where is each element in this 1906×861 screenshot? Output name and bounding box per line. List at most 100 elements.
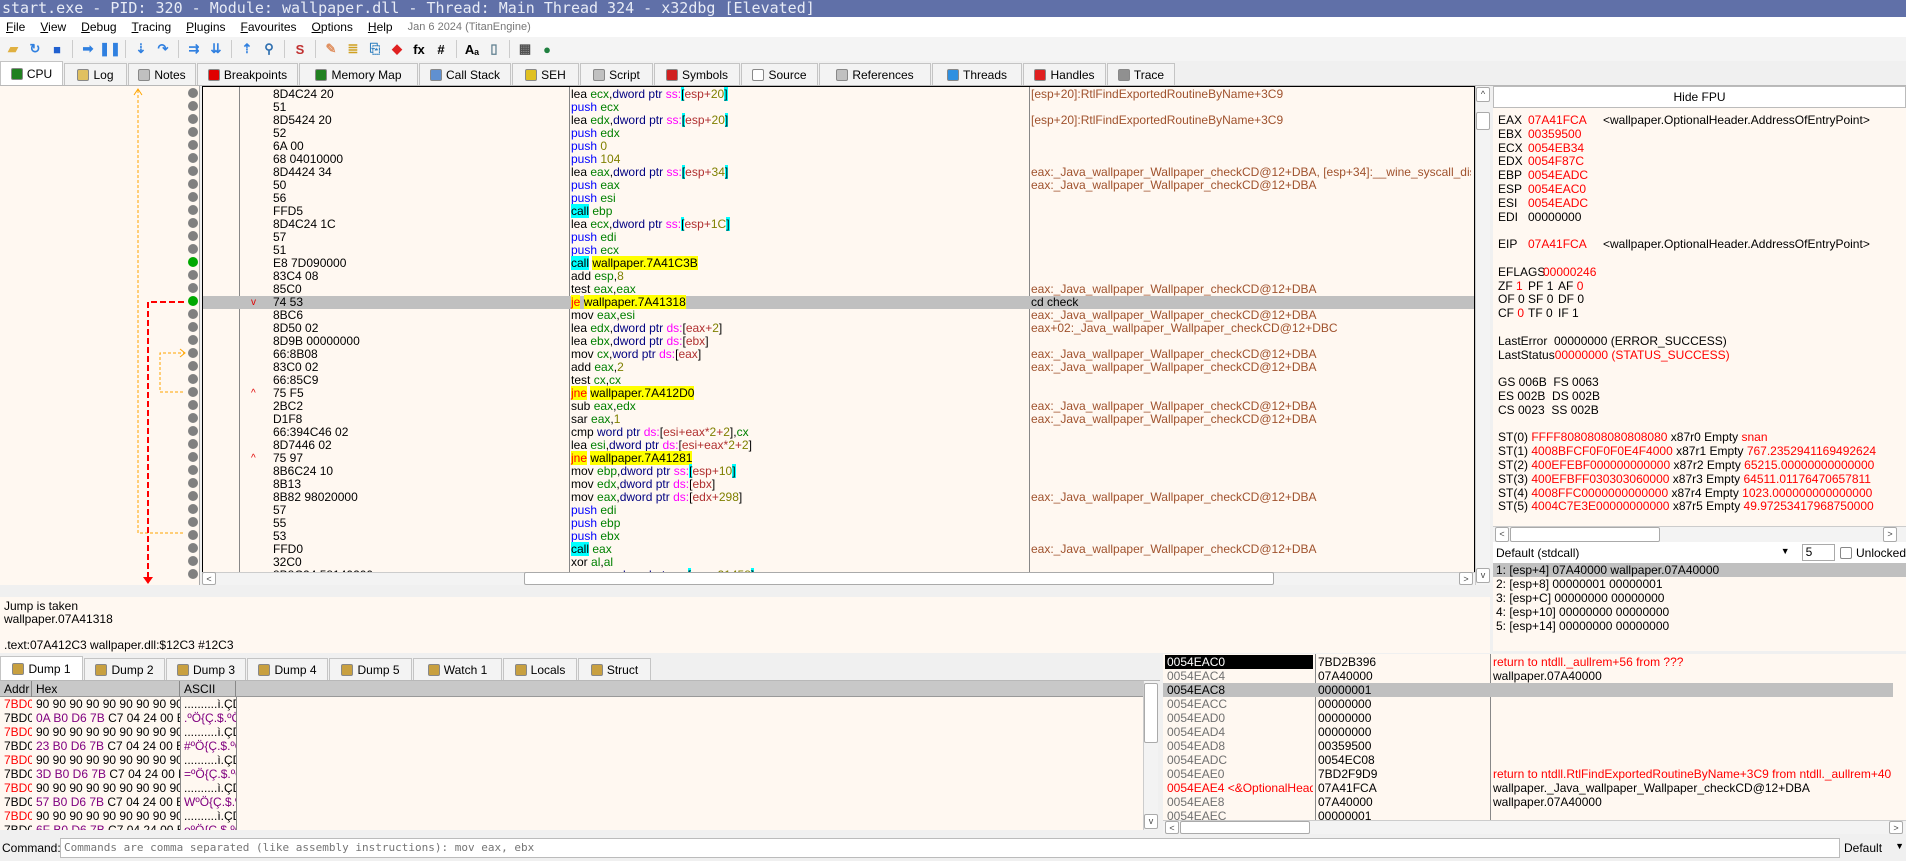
fpu-raw[interactable]: FFFF8080808080808080 [1531, 430, 1667, 444]
tab-cpu[interactable]: CPU [0, 61, 63, 85]
fpu-raw[interactable]: 4004C7E3E00000000000 [1531, 499, 1669, 513]
dump-row[interactable]: 7BD0 90 90 90 90 90 90 90 90 90 83.......… [0, 753, 1143, 767]
dump-row[interactable]: 7BD0 23 B0 D6 7B C7 04 24 00 B0 D6 #ºÖ{Ç.$… [0, 739, 1143, 753]
scroll-thumb[interactable] [1476, 112, 1490, 130]
disasm-row[interactable]: 68 04010000 push 104 [203, 153, 1474, 166]
stack-row[interactable]: 0054EAD0 00000000 [1163, 711, 1893, 725]
execute-till-return-button[interactable]: ⇡ [238, 40, 256, 58]
breakpoint-toggle[interactable] [188, 439, 198, 449]
disasm-row[interactable]: 2BC2 sub eax,edx eax:_Java_wallpaper_Wallp… [203, 400, 1474, 413]
disasm-row[interactable]: 83C0 02 add eax,2 eax:_Java_wallpaper_Wall… [203, 361, 1474, 374]
dump-row[interactable]: 7BD0 90 90 90 90 90 90 90 90 90 83.......… [0, 809, 1143, 823]
tab-locals[interactable]: Locals [503, 658, 577, 680]
menu-file[interactable]: File [6, 20, 25, 34]
disasm-row[interactable]: 8D5424 20 lea edx,dword ptr ss:[esp+20] [e… [203, 113, 1474, 127]
argument-row[interactable]: 5: [esp+14] 00000000 00000000 [1493, 619, 1906, 633]
menu-options[interactable]: Options [312, 20, 353, 34]
call-convention-select[interactable]: Default (stdcall) ▼ [1493, 546, 1798, 560]
disasm-row[interactable]: 8B6C24 10 mov ebp,dword ptr ss:[esp+10] [203, 464, 1474, 478]
dump-row[interactable]: 7BD0 57 B0 D6 7B C7 04 24 00 B0 D6 WºÖ{Ç.$… [0, 795, 1143, 809]
breakpoint-toggle[interactable] [188, 348, 198, 358]
breakpoint-toggle[interactable] [188, 88, 198, 98]
scroll-down-button[interactable]: v [1144, 814, 1158, 829]
disasm-row[interactable]: 57 push edi [203, 504, 1474, 517]
hide-fpu-button[interactable]: Hide FPU [1493, 86, 1906, 108]
arg-count-spinbox[interactable]: 5 [1801, 544, 1836, 561]
tab-dump-5[interactable]: Dump 5 [329, 658, 412, 680]
scylla-button[interactable]: S [291, 40, 309, 58]
tab-breakpoints[interactable]: Breakpoints [197, 63, 298, 85]
tab-log[interactable]: Log [64, 63, 127, 85]
breakpoint-toggle[interactable] [188, 413, 198, 423]
dump-row[interactable]: 7BD0 90 90 90 90 90 90 90 90 90 83.......… [0, 781, 1143, 795]
tab-dump-2[interactable]: Dump 2 [84, 658, 165, 680]
register-value[interactable]: 0054EADC [1528, 168, 1603, 183]
breakpoint-toggle[interactable] [188, 114, 198, 124]
tab-memory-map[interactable]: Memory Map [299, 63, 418, 85]
dump-view[interactable]: 7BD0 90 90 90 90 90 90 90 90 90 83.......… [0, 697, 1143, 830]
disasm-row[interactable]: v 74 53 je wallpaper.7A41318 cd check [203, 295, 1474, 309]
arguments-view[interactable]: 1: [esp+4] 07A40000 wallpaper.07A40000 2:… [1493, 563, 1906, 651]
tab-symbols[interactable]: Symbols [654, 63, 740, 85]
breakpoint-toggle[interactable] [188, 322, 198, 332]
register-value[interactable]: 0054EADC [1528, 196, 1603, 211]
calculator-device-button[interactable]: ▯ [485, 40, 503, 58]
trace-into-button[interactable]: ⇉ [185, 40, 203, 58]
comments-button[interactable]: ≣ [344, 40, 362, 58]
flag-of[interactable]: OF 0 [1498, 292, 1528, 307]
disasm-row[interactable]: 8D4C24 20 lea ecx,dword ptr ss:[esp+20] [e… [203, 87, 1474, 101]
breakpoint-toggle[interactable] [188, 452, 198, 462]
menu-tracing[interactable]: Tracing [132, 20, 172, 34]
stop-button[interactable]: ■ [48, 40, 66, 58]
unlocked-checkbox[interactable] [1840, 546, 1852, 559]
breakpoint-toggle[interactable] [188, 257, 198, 267]
disasm-row[interactable]: 51 push ecx [203, 244, 1474, 257]
scroll-right-button[interactable]: > [1889, 821, 1903, 834]
stack-row[interactable]: 0054EADC 0054EC08 [1163, 753, 1893, 767]
disasm-row[interactable]: 6A 00 push 0 [203, 140, 1474, 153]
flag-af[interactable]: AF 0 [1558, 279, 1588, 294]
command-input[interactable] [60, 837, 1840, 858]
header-ascii[interactable]: ASCII [180, 681, 236, 697]
breakpoint-toggle[interactable] [188, 569, 198, 579]
tab-dump-3[interactable]: Dump 3 [166, 658, 246, 680]
breakpoint-toggle[interactable] [188, 465, 198, 475]
tab-struct[interactable]: Struct [578, 658, 651, 680]
flag-zf[interactable]: ZF 1 [1498, 279, 1528, 294]
patch-button[interactable]: ✎ [322, 40, 340, 58]
disasm-row[interactable]: 85C0 test eax,eax eax:_Java_wallpaper_Wall… [203, 283, 1474, 296]
flag-df[interactable]: DF 0 [1558, 292, 1588, 307]
breakpoint-toggle[interactable] [188, 270, 198, 280]
dump-row[interactable]: 7BD0 0A B0 D6 7B C7 04 24 00 B0 D6 .ºÖ{Ç.$… [0, 711, 1143, 725]
flag-sf[interactable]: SF 0 [1528, 292, 1558, 307]
breakpoint-toggle[interactable] [188, 244, 198, 254]
restart-button[interactable]: ↻ [26, 40, 44, 58]
breakpoint-toggle[interactable] [188, 335, 198, 345]
disasm-row[interactable]: 8BC6 mov eax,esi eax:_Java_wallpaper_Wallp… [203, 309, 1474, 322]
dump-row[interactable]: 7BD0 90 90 90 90 90 90 90 90 90 83.......… [0, 697, 1143, 711]
breakpoint-toggle[interactable] [188, 296, 198, 306]
scroll-right-button[interactable]: > [1459, 572, 1473, 585]
disasm-row[interactable]: 8D4C24 1C lea ecx,dword ptr ss:[esp+1C] [203, 217, 1474, 231]
disassembly-hscrollbar[interactable]: < > [202, 572, 1475, 585]
command-mode-select[interactable]: Default ▼ [1844, 841, 1904, 855]
breakpoint-toggle[interactable] [188, 283, 198, 293]
scroll-thumb[interactable] [524, 572, 1274, 585]
scroll-up-button[interactable]: ^ [1476, 87, 1490, 102]
register-value[interactable]: 07A41FCA [1528, 113, 1603, 128]
disasm-row[interactable]: 55 push ebp [203, 517, 1474, 530]
register-value[interactable]: 00000246 [1543, 265, 1596, 279]
scroll-down-button[interactable]: v [1476, 568, 1490, 583]
tab-threads[interactable]: Threads [932, 63, 1022, 85]
fpu-raw[interactable]: 4008FFC0000000000000 [1531, 486, 1668, 500]
stack-row[interactable]: 0054EACC 00000000 [1163, 697, 1893, 711]
argument-row[interactable]: 3: [esp+C] 00000000 00000000 [1493, 591, 1906, 605]
pause-button[interactable]: ❚❚ [99, 40, 121, 58]
bookmarks-button[interactable]: ◆ [388, 40, 406, 58]
open-button[interactable]: ▰ [4, 40, 22, 58]
disasm-row[interactable]: D1F8 sar eax,1 eax:_Java_wallpaper_Wallpap… [203, 413, 1474, 426]
disasm-row[interactable]: 51 push ecx [203, 101, 1474, 114]
disasm-row[interactable]: ^ 75 F5 jne wallpaper.7A412D0 [203, 386, 1474, 400]
flag-pf[interactable]: PF 1 [1528, 279, 1558, 294]
scroll-thumb[interactable] [1144, 683, 1158, 743]
